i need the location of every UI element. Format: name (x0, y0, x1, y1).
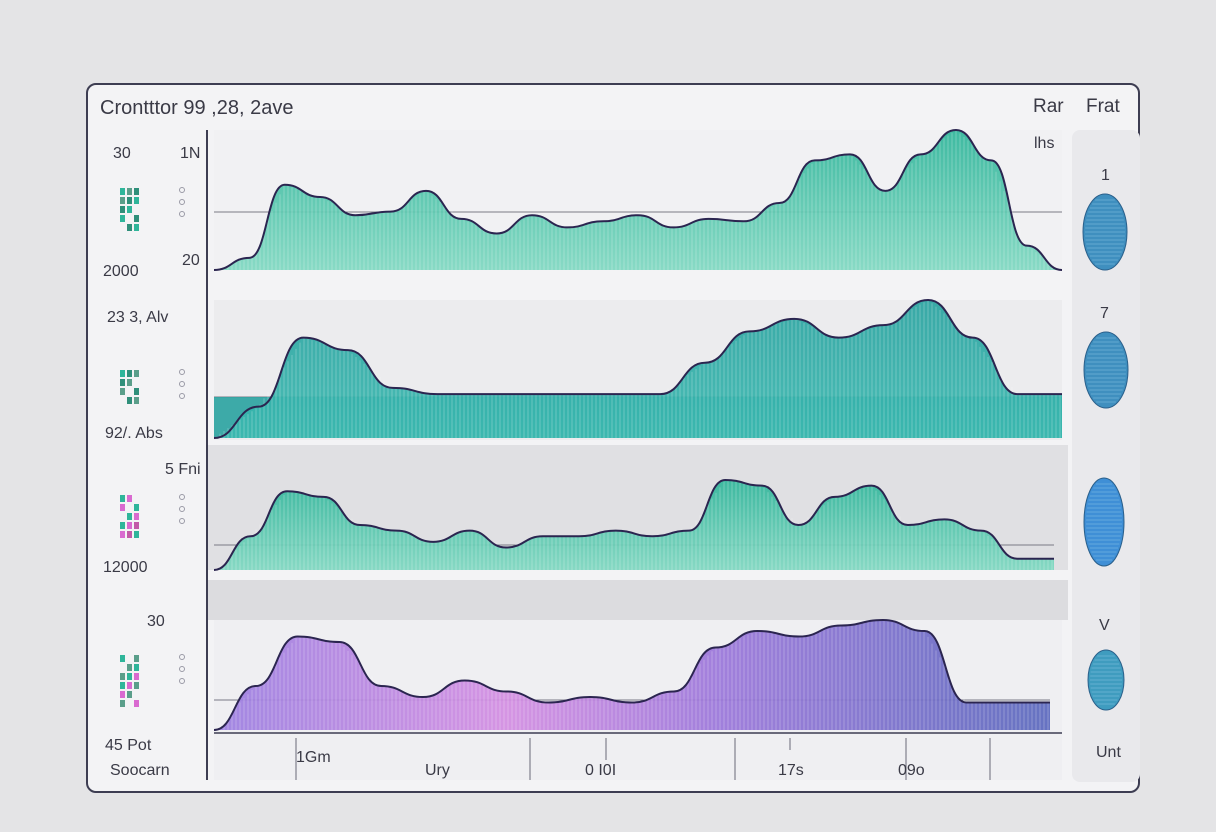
left-glyph-cell (120, 691, 125, 698)
left-glyph-cell (134, 215, 139, 222)
left-glyph-cell (120, 206, 125, 213)
left-glyph-cell (134, 655, 139, 662)
left-glyph-cell (134, 188, 139, 195)
left-glyph-cell (120, 682, 125, 689)
left-glyph-cell (127, 673, 132, 680)
left-glyph-cell (134, 388, 139, 395)
panel-gap (208, 580, 1068, 620)
left-glyph-cell (134, 682, 139, 689)
left-label: 30 (113, 145, 131, 162)
left-glyph-cell (120, 673, 125, 680)
left-label: 92/. Abs (105, 425, 163, 442)
left-dot-marker (179, 381, 185, 387)
left-dot-marker (179, 506, 185, 512)
left-dot-marker (179, 666, 185, 672)
left-glyph-cell (127, 206, 132, 213)
left-glyph-cell (127, 188, 132, 195)
left-glyph-cell (134, 397, 139, 404)
left-dot-marker (179, 494, 185, 500)
left-glyph-cell (134, 224, 139, 231)
left-glyph-cell (120, 379, 125, 386)
left-dot-marker (179, 393, 185, 399)
left-dot-marker (179, 199, 185, 205)
left-glyph-cell (127, 495, 132, 502)
left-glyph-cell (134, 513, 139, 520)
chart-title: Crontttor 99 ,28, 2ave (100, 97, 293, 119)
x-tick-label: 17s (778, 762, 804, 779)
right-panel-label: 1 (1101, 167, 1110, 184)
y-tick-label: 20 (182, 252, 200, 269)
left-label: 5 Fni (165, 461, 201, 478)
left-glyph-cell (120, 531, 125, 538)
left-glyph-cell (120, 495, 125, 502)
left-glyph-cell (127, 370, 132, 377)
left-dot-marker (179, 211, 185, 217)
left-glyph-cell (134, 700, 139, 707)
x-tick-label: Ury (425, 762, 450, 779)
y-tick-label: 1N (180, 145, 200, 162)
left-glyph-cell (120, 388, 125, 395)
left-glyph-cell (127, 682, 132, 689)
left-label: 2000 (103, 263, 139, 280)
left-glyph-cell (134, 673, 139, 680)
left-dot-marker (179, 518, 185, 524)
right-panel-label: V (1099, 617, 1110, 634)
left-glyph-cell (120, 215, 125, 222)
left-label: 23 3, Alv (107, 309, 168, 326)
left-glyph-cell (120, 655, 125, 662)
left-glyph-cell (120, 700, 125, 707)
left-label: 30 (147, 613, 165, 630)
left-glyph-cell (127, 531, 132, 538)
left-glyph-cell (134, 370, 139, 377)
left-glyph-cell (120, 197, 125, 204)
left-dot-marker (179, 187, 185, 193)
left-label: 12000 (103, 559, 148, 576)
left-label: 45 Pot (105, 737, 152, 754)
left-glyph-cell (127, 397, 132, 404)
left-glyph-cell (127, 664, 132, 671)
left-glyph-cell (127, 379, 132, 386)
left-glyph-cell (134, 522, 139, 529)
left-glyph-cell (120, 370, 125, 377)
left-glyph-cell (127, 522, 132, 529)
right-panel-label: Unt (1096, 744, 1121, 761)
left-glyph-cell (134, 664, 139, 671)
x-tick-label: 09o (898, 762, 925, 779)
left-label: Soocarn (110, 762, 170, 779)
left-glyph-cell (127, 224, 132, 231)
left-glyph-cell (127, 513, 132, 520)
left-glyph-cell (134, 197, 139, 204)
legend-label-rar: Rar (1033, 96, 1064, 117)
left-glyph-cell (134, 531, 139, 538)
legend-label-frat: Frat (1086, 96, 1121, 117)
left-glyph-cell (127, 197, 132, 204)
left-dot-marker (179, 369, 185, 375)
legend-sub-label: lhs (1034, 135, 1054, 152)
right-panel-label: 7 (1100, 305, 1109, 322)
chart-canvas: Crontttor 99 ,28, 2ave Rar Frat lhs 30 2… (100, 96, 1140, 782)
x-tick-label: 0 I0I (585, 762, 616, 779)
left-dot-marker (179, 654, 185, 660)
left-dot-marker (179, 678, 185, 684)
left-glyph-cell (120, 522, 125, 529)
left-glyph-cell (134, 504, 139, 511)
left-glyph-cell (127, 691, 132, 698)
x-tick-label: 1Gm (296, 749, 331, 766)
left-glyph-cell (120, 504, 125, 511)
right-indicator-pill-3 (1083, 477, 1125, 567)
left-glyph-cell (120, 188, 125, 195)
